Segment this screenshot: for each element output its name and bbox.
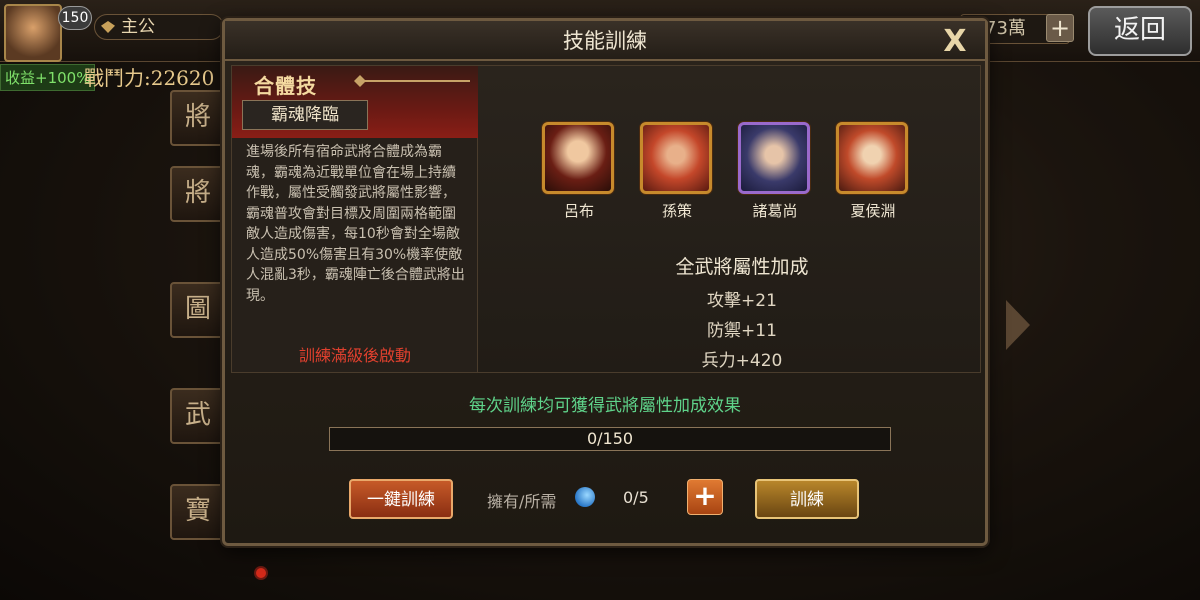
hero-portrait[interactable]	[836, 122, 908, 194]
side-tab-3[interactable]: 圖	[170, 282, 226, 338]
notification-dot	[254, 566, 268, 580]
training-progress-bar: 0/150	[329, 427, 891, 451]
add-item-button[interactable]: +	[687, 479, 723, 515]
player-avatar[interactable]	[4, 4, 62, 62]
skill-header: 合體技 霸魂降臨	[232, 66, 478, 138]
skill-name: 霸魂降臨	[242, 100, 368, 130]
hero-portrait[interactable]	[542, 122, 614, 194]
owned-required-count: 0/5	[623, 488, 649, 507]
training-tip: 每次訓練均可獲得武將屬性加成效果	[469, 396, 741, 416]
hero-portrait[interactable]	[738, 122, 810, 194]
divider	[358, 80, 470, 82]
hero-card[interactable]: 諸葛尚	[738, 122, 812, 221]
skill-training-dialog: 技能訓練 X 合體技 霸魂降臨 進場後所有宿命武將合體成為霸魂，霸魂為近戰單位會…	[222, 18, 988, 546]
owned-required-label: 擁有/所需	[487, 492, 557, 511]
dialog-title: 技能訓練	[225, 21, 985, 61]
training-item-icon	[575, 487, 595, 507]
hero-card[interactable]: 呂布	[542, 122, 616, 221]
return-button[interactable]: 返回	[1088, 6, 1192, 56]
side-tab-2[interactable]: 將	[170, 166, 226, 222]
rank-label: 主公	[94, 14, 224, 40]
skill-info: 合體技 霸魂降臨 進場後所有宿命武將合體成為霸魂，霸魂為近戰單位會在場上持續作戰…	[232, 66, 478, 372]
train-button[interactable]: 訓練	[755, 479, 859, 519]
skill-description: 進場後所有宿命武將合體成為霸魂，霸魂為近戰單位會在場上持續作戰，屬性受觸發武將屬…	[246, 144, 465, 304]
skill-panel: 合體技 霸魂降臨 進場後所有宿命武將合體成為霸魂，霸魂為近戰單位會在場上持續作戰…	[231, 65, 981, 373]
skill-type: 合體技	[254, 74, 317, 98]
side-tab-5[interactable]: 寶	[170, 484, 226, 540]
stat-attack: 攻擊+21	[707, 291, 777, 311]
hero-portrait[interactable]	[640, 122, 712, 194]
hero-name: 呂布	[563, 202, 594, 220]
hero-name: 諸葛尚	[752, 202, 798, 220]
hero-card[interactable]: 夏侯淵	[836, 122, 910, 221]
bonus-title: 全武將屬性加成	[675, 256, 809, 278]
side-tab-1[interactable]: 將	[170, 90, 226, 146]
hero-name: 孫策	[661, 202, 692, 220]
side-tabs: 將 將 圖 武 寶	[170, 90, 230, 596]
rank-text: 主公	[121, 17, 155, 37]
hero-list: 呂布 孫策 諸葛尚 夏侯淵	[542, 122, 922, 232]
battle-power: 戰鬥力:22620	[84, 66, 215, 90]
skill-activation-note: 訓練滿級後啟動	[298, 346, 411, 365]
progress-text: 0/150	[586, 429, 634, 448]
side-tab-4[interactable]: 武	[170, 388, 226, 444]
close-button[interactable]: X	[937, 27, 973, 59]
level-badge: 150	[58, 6, 92, 30]
stat-troops: 兵力+420	[701, 351, 783, 371]
income-bonus: 收益+100%	[0, 64, 96, 91]
add-gold-button[interactable]: +	[1046, 14, 1074, 42]
gem-icon	[101, 21, 115, 33]
hero-name: 夏侯淵	[850, 202, 896, 220]
stat-defense: 防禦+11	[707, 321, 777, 341]
hero-card[interactable]: 孫策	[640, 122, 714, 221]
one-click-train-button[interactable]: 一鍵訓練	[349, 479, 453, 519]
